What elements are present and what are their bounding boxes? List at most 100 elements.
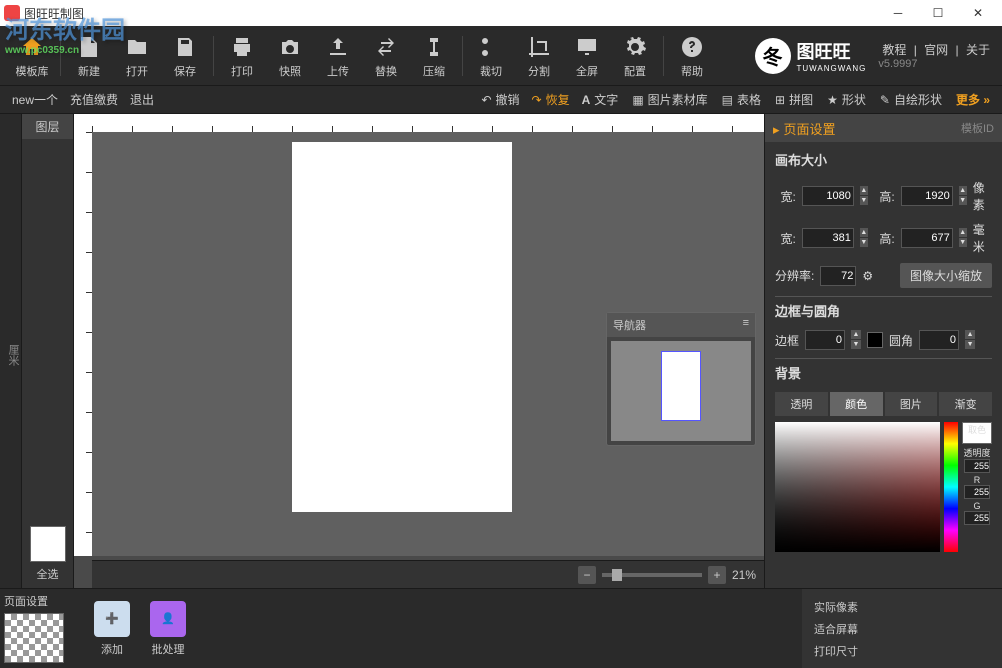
batch-button[interactable]: 👤 批处理 [150, 601, 186, 657]
snapshot-button[interactable]: 快照 [266, 33, 314, 79]
r-input[interactable] [964, 485, 990, 499]
horizontal-ruler[interactable] [92, 114, 764, 132]
spinner-up[interactable]: ▲ [965, 330, 975, 339]
border-color-swatch[interactable] [867, 332, 883, 348]
puzzle-button[interactable]: ⊞ 拼图 [775, 91, 813, 108]
gear-icon[interactable]: ⚙ [862, 269, 873, 283]
about-link[interactable]: 关于 [966, 43, 990, 57]
recharge-link[interactable]: 充值缴费 [70, 91, 118, 108]
spinner-down[interactable]: ▼ [959, 238, 967, 247]
height-px-input[interactable] [901, 186, 953, 206]
window-titlebar: 图旺旺制图 ─ ☐ ✕ [0, 0, 1002, 26]
split-button[interactable]: 分割 [515, 33, 563, 79]
close-button[interactable]: ✕ [958, 0, 998, 26]
height-mm-input[interactable] [901, 228, 953, 248]
minimize-button[interactable]: ─ [878, 0, 918, 26]
more-button[interactable]: 更多 » [956, 91, 990, 108]
dpi-input[interactable] [820, 266, 856, 286]
zoom-slider[interactable] [602, 573, 702, 577]
spinner-up[interactable]: ▲ [959, 186, 967, 195]
help-button[interactable]: 帮助 [668, 33, 716, 79]
split-label: 分割 [528, 63, 550, 79]
spinner-up[interactable]: ▲ [851, 330, 861, 339]
compress-button[interactable]: 压缩 [410, 33, 458, 79]
width-px-input[interactable] [802, 186, 854, 206]
print-button[interactable]: 打印 [218, 33, 266, 79]
draw-shape-button[interactable]: ✎ 自绘形状 [880, 91, 942, 108]
spinner-down[interactable]: ▼ [959, 196, 967, 205]
zoom-out-button[interactable]: − [578, 566, 596, 584]
maximize-button[interactable]: ☐ [918, 0, 958, 26]
r-label: R [974, 475, 981, 485]
spinner-down[interactable]: ▼ [860, 196, 868, 205]
crop-button[interactable]: 裁切 [467, 33, 515, 79]
actual-pixels-button[interactable]: 实际像素 [814, 599, 990, 615]
zoom-slider-thumb[interactable] [612, 569, 622, 581]
table-label: 表格 [737, 91, 761, 108]
page-thumbnail[interactable] [4, 613, 64, 663]
color-picker-field[interactable] [775, 422, 940, 552]
alpha-input[interactable] [964, 459, 990, 473]
bg-tab-gradient[interactable]: 渐变 [939, 392, 992, 416]
spinner-down[interactable]: ▼ [965, 340, 975, 349]
radius-input[interactable] [919, 330, 959, 350]
table-button[interactable]: ▤ 表格 [722, 91, 761, 108]
properties-header[interactable]: ▸页面设置 模板ID [765, 114, 1002, 142]
replace-button[interactable]: 替换 [362, 33, 410, 79]
text-label: 文字 [594, 91, 618, 108]
fit-screen-button[interactable]: 适合屏幕 [814, 621, 990, 637]
undo-button[interactable]: ↶ 撤销 [481, 91, 519, 108]
zoom-bar: − + 21% [92, 560, 764, 588]
fullscreen-button[interactable]: 全屏 [563, 33, 611, 79]
vertical-ruler[interactable] [74, 132, 92, 556]
border-input[interactable] [805, 330, 845, 350]
navigator-preview[interactable] [611, 341, 751, 441]
config-label: 配置 [624, 63, 646, 79]
bg-tab-color[interactable]: 颜色 [830, 392, 883, 416]
add-label: 添加 [101, 641, 123, 657]
toolbar-separator [462, 36, 463, 76]
canvas-viewport[interactable]: 导航器≡ [92, 132, 764, 556]
spinner-down[interactable]: ▼ [860, 238, 868, 247]
width-mm-input[interactable] [802, 228, 854, 248]
tutorial-link[interactable]: 教程 [882, 43, 906, 57]
navigator-toggle-icon[interactable]: ≡ [743, 317, 749, 333]
template-library-button[interactable]: 模板库 [8, 33, 56, 79]
crop-label: 裁切 [480, 63, 502, 79]
material-library-button[interactable]: ▦ 图片素材库 [632, 91, 707, 108]
spinner-up[interactable]: ▲ [860, 186, 868, 195]
ruler-unit-label: 厘米 [0, 114, 22, 588]
open-button[interactable]: 打开 [113, 33, 161, 79]
spinner-down[interactable]: ▼ [851, 340, 861, 349]
canvas-page[interactable] [292, 142, 512, 512]
eyedropper-button[interactable]: 取色 [962, 422, 992, 444]
upload-button[interactable]: 上传 [314, 33, 362, 79]
text-tool-button[interactable]: A 文字 [582, 91, 619, 108]
official-site-link[interactable]: 官网 [924, 43, 948, 57]
g-input[interactable] [964, 511, 990, 525]
spinner-up[interactable]: ▲ [860, 228, 868, 237]
bg-tab-image[interactable]: 图片 [885, 392, 938, 416]
template-library-label: 模板库 [16, 63, 49, 79]
add-page-button[interactable]: ➕ 添加 [94, 601, 130, 657]
batch-icon: 👤 [150, 601, 186, 637]
select-all-button[interactable]: 全选 [37, 566, 59, 582]
spinner-up[interactable]: ▲ [959, 228, 967, 237]
bg-tab-transparent[interactable]: 透明 [775, 392, 828, 416]
print-size-button[interactable]: 打印尺寸 [814, 643, 990, 659]
hue-slider[interactable] [944, 422, 958, 552]
shape-button[interactable]: ★ 形状 [827, 91, 866, 108]
redo-button[interactable]: ↷ 恢复 [532, 91, 570, 108]
new-one-link[interactable]: new一个 [12, 91, 58, 108]
exit-link[interactable]: 退出 [130, 91, 154, 108]
camera-icon [276, 33, 304, 61]
config-button[interactable]: 配置 [611, 33, 659, 79]
zoom-in-button[interactable]: + [708, 566, 726, 584]
image-scale-button[interactable]: 图像大小缩放 [900, 263, 992, 288]
new-button[interactable]: 新建 [65, 33, 113, 79]
layer-thumbnail[interactable] [30, 526, 66, 562]
save-button[interactable]: 保存 [161, 33, 209, 79]
help-icon [678, 33, 706, 61]
window-title: 图旺旺制图 [24, 5, 878, 22]
navigator-panel[interactable]: 导航器≡ [606, 312, 756, 446]
